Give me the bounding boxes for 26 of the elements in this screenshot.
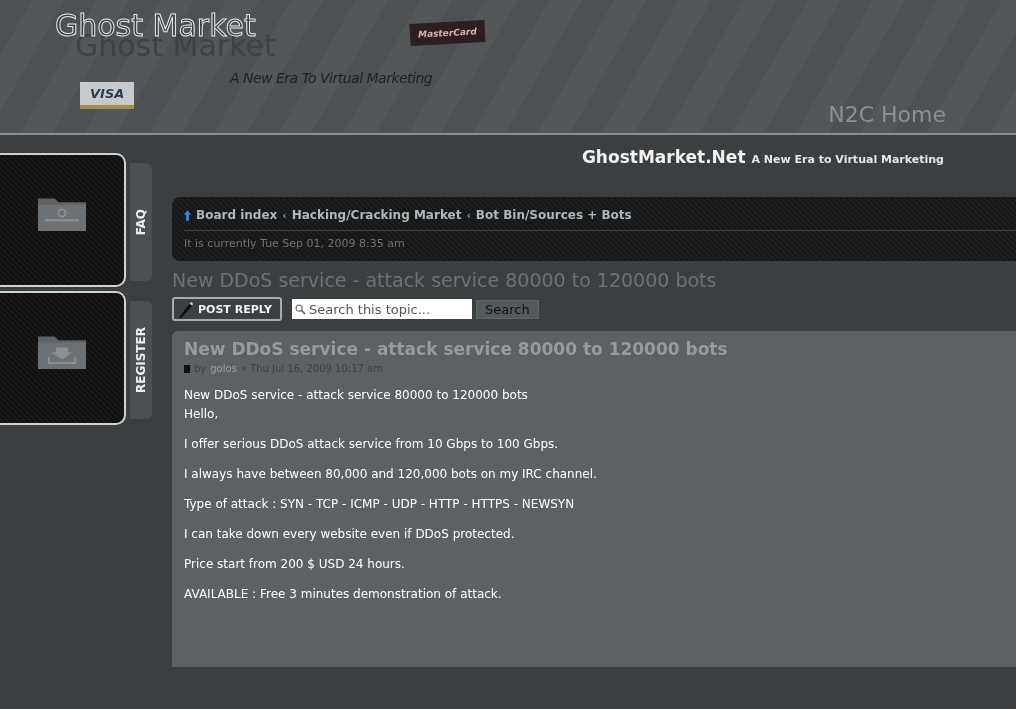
- site-slogan: A New Era to Virtual Marketing: [751, 153, 944, 166]
- breadcrumb-separator: ‹: [466, 208, 471, 222]
- post-text: I can take down every website even if DDoS protected.: [184, 526, 516, 543]
- post-icon: [184, 364, 190, 373]
- pen-icon: [176, 300, 194, 319]
- post-reply-button[interactable]: POST REPLY: [172, 297, 282, 321]
- site-name: GhostMarket.Net: [581, 147, 746, 167]
- post-text: New DDoS service - attack service 80000 to 120000 bots Hello,: [184, 387, 529, 423]
- side-tab[interactable]: FAQ: [130, 163, 152, 281]
- card-logo: VISA: [80, 82, 135, 109]
- up-arrow-icon: [184, 209, 191, 221]
- search-field[interactable]: Search this topic...: [292, 299, 472, 319]
- card-logo: MasterCard: [409, 20, 486, 46]
- post-text: Price start from 200 $ USD 24 hours.: [184, 556, 406, 573]
- post-text: Type of attack : SYN - TCP - ICMP - UDP - HTTP - HTTPS - NEWSYN: [184, 496, 576, 513]
- breadcrumb-link[interactable]: Bot Bin/Sources + Bots: [475, 208, 632, 222]
- post-text: AVAILABLE : Free 3 minutes demonstration of attack.: [184, 586, 503, 603]
- post-title: New DDoS service - attack service 80000 to 120000 bots: [184, 339, 729, 359]
- search-icon: [295, 303, 306, 315]
- side-tab[interactable]: REGISTER: [130, 301, 152, 419]
- post-text: I offer serious DDoS attack service from 10 Gbps to 100 Gbps.: [184, 436, 560, 453]
- breadcrumb-link[interactable]: Board index: [196, 208, 278, 222]
- current-time: It is currently Tue Sep 01, 2009 8:35 am: [184, 236, 406, 250]
- breadcrumb-link[interactable]: Hacking/Cracking Market: [291, 208, 462, 222]
- breadcrumb-separator: ‹: [282, 208, 287, 222]
- post-text: I always have between 80,000 and 120,000 bots on my IRC channel.: [184, 466, 598, 483]
